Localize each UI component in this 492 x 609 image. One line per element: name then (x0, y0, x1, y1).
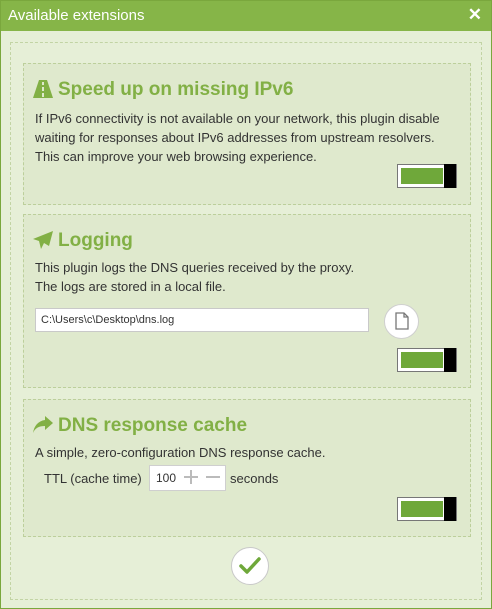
cache-toggle[interactable] (397, 497, 457, 521)
logging-description-line-1: This plugin logs the DNS queries receive… (35, 260, 355, 275)
browse-file-button[interactable] (384, 304, 419, 339)
confirm-button[interactable] (231, 547, 269, 585)
extension-cache-title: DNS response cache (33, 415, 247, 437)
logging-description-line-2: The logs are stored in a local file. (35, 279, 226, 294)
toggle-knob (444, 497, 456, 521)
extension-cache-description: A simple, zero-configuration DNS respons… (35, 445, 326, 460)
minus-icon[interactable] (205, 469, 221, 485)
toggle-fill (401, 501, 443, 517)
log-path-input[interactable] (35, 308, 369, 332)
extension-logging-description: This plugin logs the DNS queries receive… (35, 258, 460, 296)
window-title: Available extensions (8, 7, 145, 24)
ttl-stepper[interactable]: 100 (149, 465, 226, 491)
paper-plane-icon (33, 231, 53, 249)
extension-logging-panel: Logging This plugin logs the DNS queries… (23, 214, 471, 388)
extension-logging-title-text: Logging (58, 230, 133, 251)
extension-ipv6-description: If IPv6 connectivity is not available on… (35, 111, 440, 164)
extension-cache-panel: DNS response cache A simple, zero-config… (23, 399, 471, 537)
road-icon (33, 80, 53, 98)
ttl-label: TTL (cache time) (44, 471, 142, 486)
extension-logging-title: Logging (33, 230, 133, 252)
toggle-fill (401, 352, 443, 368)
ttl-unit: seconds (230, 471, 279, 486)
share-arrow-icon (33, 416, 53, 433)
ipv6-toggle[interactable] (397, 164, 457, 188)
extensions-window: Available extensions ✕ Speed up on missi… (0, 0, 492, 609)
close-icon[interactable]: ✕ (468, 5, 482, 25)
extension-cache-title-text: DNS response cache (58, 415, 248, 436)
ttl-value[interactable]: 100 (156, 471, 176, 485)
file-icon (395, 312, 409, 330)
logging-toggle[interactable] (397, 348, 457, 372)
plus-icon[interactable] (183, 469, 199, 485)
extension-ipv6-panel: Speed up on missing IPv6 If IPv6 connect… (23, 63, 471, 205)
toggle-knob (444, 348, 456, 372)
checkmark-icon (239, 557, 261, 574)
title-bar: Available extensions ✕ (1, 1, 491, 31)
extension-ipv6-title-text: Speed up on missing IPv6 (58, 79, 294, 100)
toggle-knob (444, 164, 456, 188)
extensions-list: Speed up on missing IPv6 If IPv6 connect… (10, 42, 482, 600)
toggle-fill (401, 168, 443, 184)
extension-ipv6-title: Speed up on missing IPv6 (33, 79, 293, 101)
